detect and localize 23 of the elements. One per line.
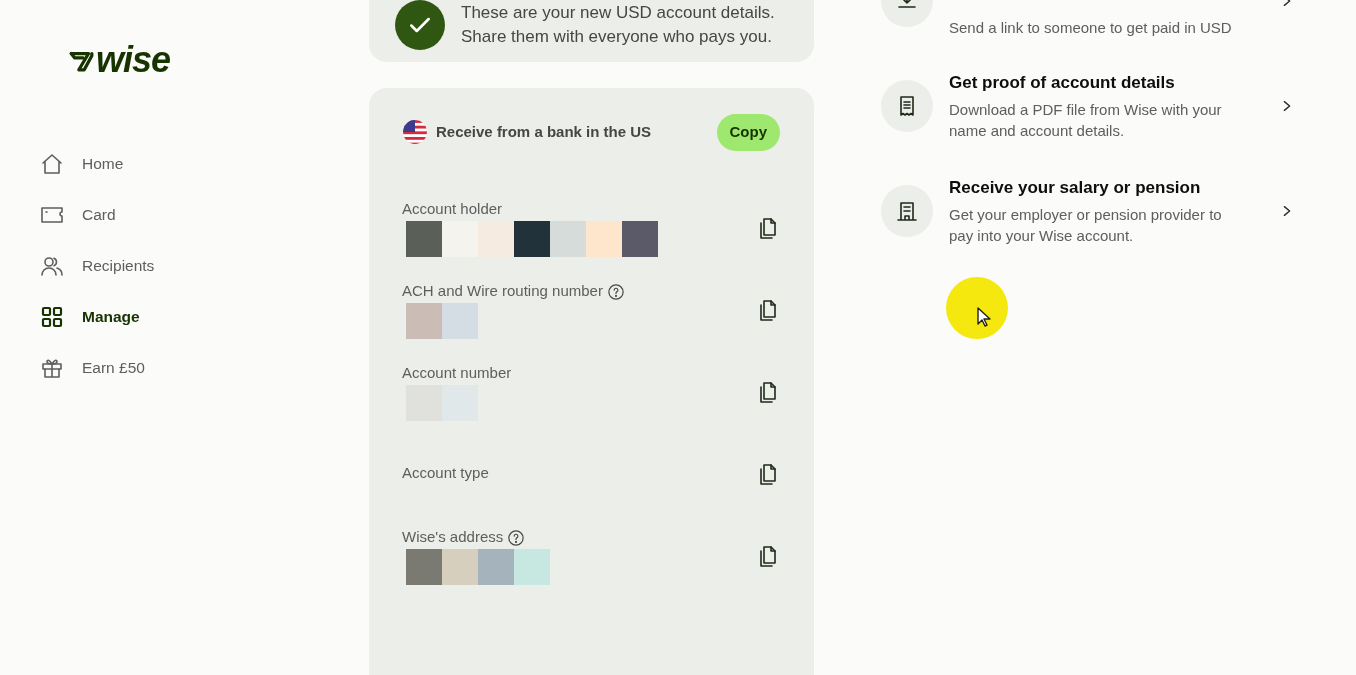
action-title: Get proof of account details bbox=[949, 71, 1176, 94]
field-label: ACH and Wire routing number bbox=[402, 281, 603, 302]
logo-wordmark: wise bbox=[96, 42, 171, 78]
notice-text: Share them with everyone who pays you. bbox=[461, 26, 773, 48]
details-title: Receive from a bank in the US bbox=[436, 122, 652, 142]
action-description: Download a PDF file from Wise with your name and account details. bbox=[949, 100, 1223, 142]
nav-item[interactable]: Card bbox=[40, 189, 116, 240]
action-title: Receive your salary or pension bbox=[949, 176, 1202, 199]
action-description: Send a link to someone to get paid in USD bbox=[949, 18, 1233, 38]
action-description: Get your employer or pension provider to pay into your Wise account. bbox=[949, 205, 1223, 247]
action-item[interactable]: Send a link to someone to get paid in USD bbox=[881, 0, 1294, 53]
nav-item[interactable]: Manage bbox=[40, 291, 140, 342]
field-label: Account number bbox=[402, 363, 512, 384]
field-label: Account holder bbox=[402, 199, 503, 220]
nav-item[interactable]: Earn £50 bbox=[40, 342, 145, 393]
action-item[interactable]: Receive your salary or pension Get your employer or pension provider to pay into your Wise account. bbox=[881, 158, 1294, 263]
field-label: Wise's address bbox=[402, 527, 504, 548]
copy-button[interactable]: Copy bbox=[716, 114, 780, 151]
notice-text: These are your new USD account details. bbox=[461, 2, 775, 24]
nav-item[interactable]: Recipients bbox=[40, 240, 155, 291]
field-label: Account type bbox=[402, 463, 489, 484]
action-item[interactable]: Get proof of account details Download a PDF file from Wise with your name and account details. bbox=[881, 53, 1294, 158]
nav-item[interactable]: Home bbox=[40, 138, 124, 189]
